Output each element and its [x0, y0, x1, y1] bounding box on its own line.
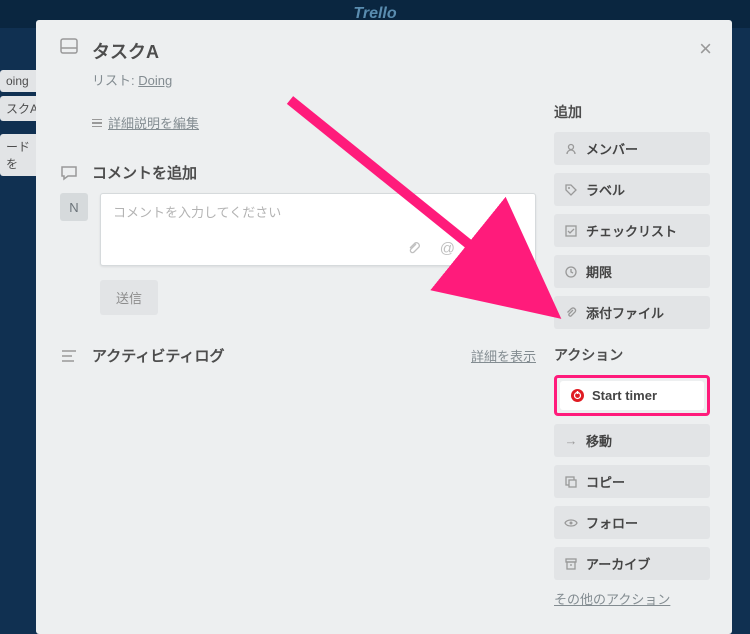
- follow-button[interactable]: フォロー: [554, 506, 710, 539]
- due-date-button[interactable]: 期限: [554, 255, 710, 288]
- labels-icon: [564, 184, 578, 196]
- other-actions-link[interactable]: その他のアクション: [554, 590, 710, 611]
- edit-description-link[interactable]: 詳細説明を編集: [92, 113, 199, 132]
- main-column: タスクA リスト: Doing 詳細説明を編集 コメントを追加 N: [58, 38, 554, 626]
- card-icon: [58, 38, 80, 54]
- attachment-icon: [564, 307, 578, 319]
- clock-icon: [564, 266, 578, 278]
- comment-section-title: コメントを追加: [92, 162, 197, 183]
- card-attach-icon[interactable]: [509, 240, 523, 257]
- submit-button[interactable]: 送信: [100, 280, 158, 315]
- checklist-icon: [564, 225, 578, 237]
- comment-input[interactable]: [113, 205, 523, 220]
- attachment-button[interactable]: 添付ファイル: [554, 296, 710, 329]
- emoji-icon[interactable]: [475, 240, 489, 257]
- add-section-title: 追加: [554, 102, 710, 122]
- archive-button[interactable]: アーカイブ: [554, 547, 710, 580]
- eye-icon: [564, 518, 578, 528]
- toggl-icon: [570, 389, 584, 402]
- move-button[interactable]: →移動: [554, 424, 710, 457]
- start-timer-button[interactable]: Start timer: [560, 381, 704, 410]
- mention-icon[interactable]: @: [440, 240, 455, 257]
- comment-box[interactable]: @: [100, 193, 536, 266]
- checklist-button[interactable]: チェックリスト: [554, 214, 710, 247]
- show-details-link[interactable]: 詳細を表示: [471, 346, 536, 365]
- copy-button[interactable]: コピー: [554, 465, 710, 498]
- action-section-title: アクション: [554, 345, 710, 365]
- avatar[interactable]: N: [60, 193, 88, 221]
- description-icon: [92, 119, 102, 128]
- list-label: リスト:: [92, 73, 135, 88]
- list-line: リスト: Doing: [92, 70, 536, 89]
- comment-icon: [58, 165, 80, 181]
- card-modal: × タスクA リスト: Doing 詳細説明を編集 コメントを追加 N: [36, 20, 732, 634]
- activity-icon: [58, 349, 80, 363]
- list-link[interactable]: Doing: [138, 73, 172, 88]
- members-icon: [564, 143, 578, 155]
- sidebar: 追加 メンバー ラベル チェックリスト 期限 添付ファイル アクション Star…: [554, 38, 710, 626]
- card-title[interactable]: タスクA: [92, 38, 159, 64]
- move-icon: →: [564, 433, 578, 448]
- labels-button[interactable]: ラベル: [554, 173, 710, 206]
- members-button[interactable]: メンバー: [554, 132, 710, 165]
- close-icon[interactable]: ×: [699, 36, 712, 62]
- attachment-icon[interactable]: [406, 240, 420, 257]
- activity-title: アクティビティログ: [92, 345, 224, 366]
- copy-icon: [564, 476, 578, 488]
- highlight-box: Start timer: [554, 375, 710, 416]
- archive-icon: [564, 558, 578, 570]
